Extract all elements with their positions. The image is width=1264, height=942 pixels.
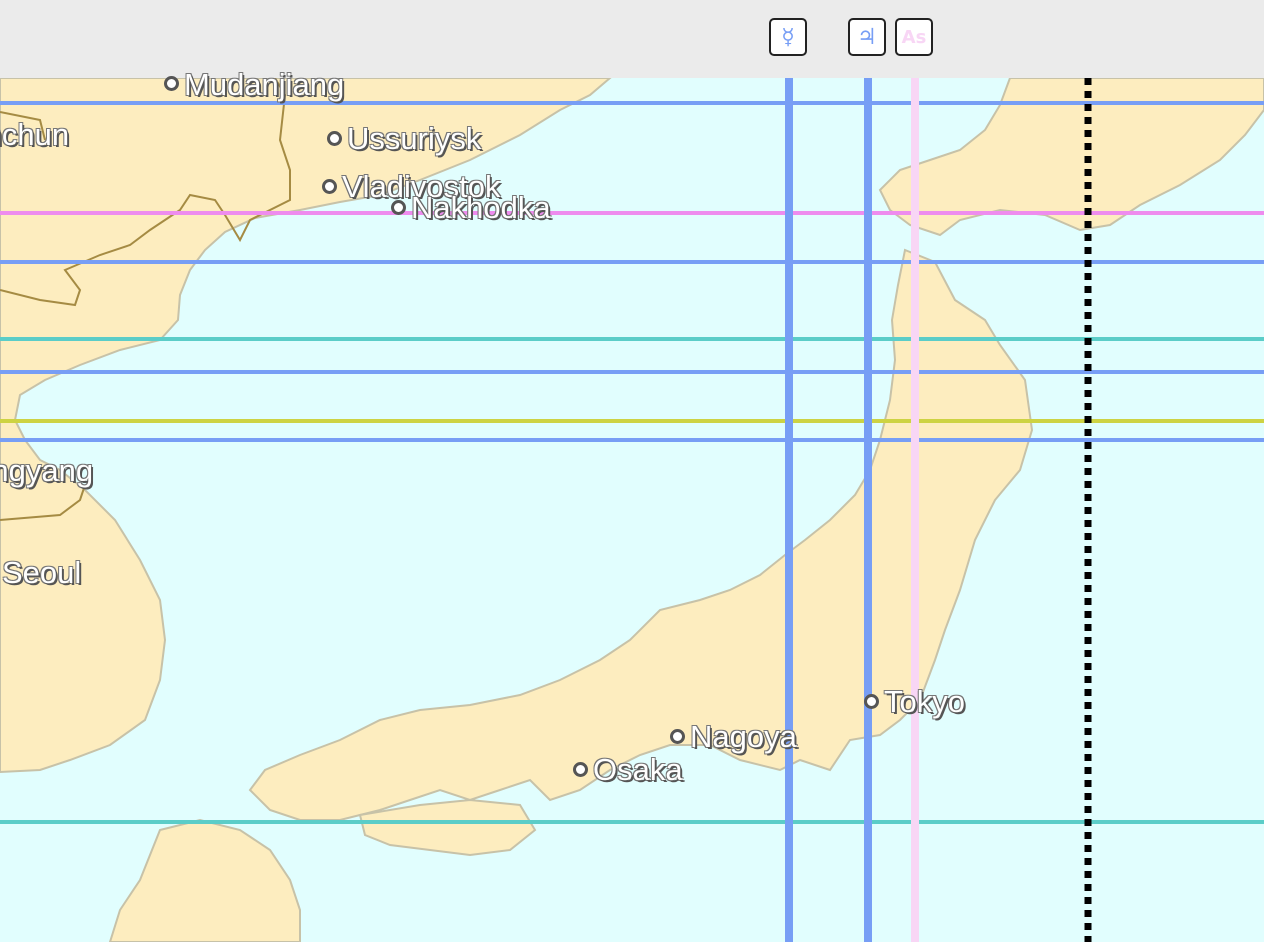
city-marker[interactable] [573,762,588,777]
mercury-marker[interactable]: ☿ [769,18,807,56]
city-label-nagoya[interactable]: Nagoya [690,721,797,752]
jupiter-marker[interactable]: ♃ [848,18,886,56]
city-label-pyongyang[interactable]: Pyongyang [0,455,93,486]
city-label-tokyo[interactable]: Tokyo [884,686,965,717]
jupiter-icon: ♃ [857,24,877,50]
city-marker[interactable] [322,179,337,194]
city-label-seoul[interactable]: Seoul [2,557,81,588]
city-label-hunchun[interactable]: Hunchun [0,119,69,150]
mercury-icon: ☿ [781,24,795,50]
city-marker[interactable] [864,694,879,709]
map-canvas[interactable] [0,0,1264,942]
city-label-ussuriysk[interactable]: Ussuriysk [347,123,481,154]
city-label-nakhodka[interactable]: Nakhodka [411,192,551,223]
map-view[interactable]: ☿ ♃ As Mudanjiang Ussuriysk Vladivostok … [0,0,1264,942]
city-marker[interactable] [391,200,406,215]
city-label-mudanjiang[interactable]: Mudanjiang [184,69,344,100]
city-label-osaka[interactable]: Osaka [593,754,683,785]
city-marker[interactable] [670,729,685,744]
ascendant-icon: As [901,26,927,48]
city-marker[interactable] [327,131,342,146]
ascendant-marker[interactable]: As [895,18,933,56]
city-marker[interactable] [164,76,179,91]
